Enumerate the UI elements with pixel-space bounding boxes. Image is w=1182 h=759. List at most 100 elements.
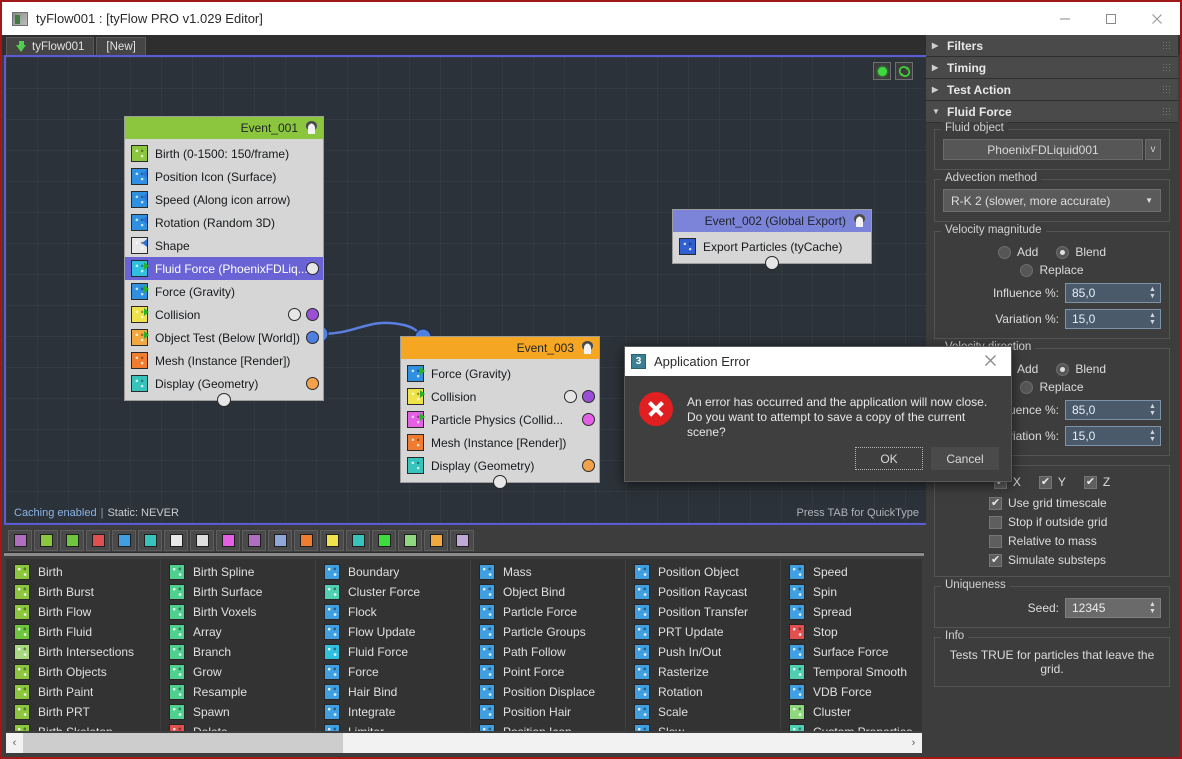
- operator-depot-item[interactable]: Temporal Smooth: [781, 662, 922, 682]
- seed-spinner[interactable]: 12345 ▲▼: [1065, 598, 1161, 618]
- depot-horizontal-scrollbar[interactable]: ‹ ›: [6, 733, 922, 753]
- close-icon[interactable]: [1134, 2, 1180, 35]
- operator-row[interactable]: Display (Geometry): [401, 454, 599, 477]
- operator-row[interactable]: Fluid Force (PhoenixFDLiq...: [125, 257, 323, 280]
- operator-row[interactable]: Force (Gravity): [401, 362, 599, 385]
- skull-icon[interactable]: [580, 341, 595, 356]
- depot-category-toolbar[interactable]: [4, 529, 924, 553]
- operator-depot-item[interactable]: Push In/Out: [626, 642, 780, 662]
- operator-row[interactable]: Force (Gravity): [125, 280, 323, 303]
- operator-depot-item[interactable]: Force: [316, 662, 470, 682]
- spinner-arrows-icon[interactable]: ▲▼: [1147, 402, 1158, 418]
- operator-depot-item[interactable]: Boundary: [316, 562, 470, 582]
- tab-tyflow001[interactable]: tyFlow001: [6, 37, 94, 55]
- rollout-fluid-force[interactable]: ▼ Fluid Force: [926, 101, 1178, 123]
- spinner-arrows-icon[interactable]: ▲▼: [1147, 600, 1158, 616]
- minimize-icon[interactable]: [1042, 2, 1088, 35]
- close-icon[interactable]: [976, 354, 1005, 370]
- operator-depot[interactable]: BirthBirth BurstBirth FlowBirth FluidBir…: [4, 529, 924, 755]
- operator-depot-item[interactable]: Birth Objects: [6, 662, 160, 682]
- influence-spinner[interactable]: 85,0 ▲▼: [1065, 400, 1161, 420]
- refresh-icon[interactable]: [895, 62, 913, 80]
- operator-depot-item[interactable]: Birth Voxels: [161, 602, 315, 622]
- checkbox-use-grid-timescale[interactable]: Use grid timescale: [989, 496, 1161, 510]
- drag-grip-icon[interactable]: [1162, 41, 1171, 50]
- graph-icon[interactable]: [424, 530, 448, 551]
- operator-depot-item[interactable]: Rasterize: [626, 662, 780, 682]
- operator-depot-item[interactable]: Position Transfer: [626, 602, 780, 622]
- all-operators-icon[interactable]: [8, 530, 32, 551]
- spinner-arrows-icon[interactable]: ▲▼: [1147, 285, 1158, 301]
- output-port-orange[interactable]: [306, 377, 319, 390]
- operator-depot-item[interactable]: Birth: [6, 562, 160, 582]
- operator-depot-item[interactable]: Fluid Force: [316, 642, 470, 662]
- operator-depot-item[interactable]: Particle Groups: [471, 622, 625, 642]
- output-port-white[interactable]: [306, 262, 319, 275]
- operator-depot-item[interactable]: Object Bind: [471, 582, 625, 602]
- radio-direction-blend[interactable]: Blend: [1056, 362, 1106, 376]
- modifiers-icon[interactable]: [164, 530, 188, 551]
- drag-grip-icon[interactable]: [1162, 85, 1171, 94]
- radio-magnitude-replace[interactable]: Replace: [1020, 263, 1083, 277]
- operator-depot-item[interactable]: Array: [161, 622, 315, 642]
- scroll-left-icon[interactable]: ‹: [6, 737, 23, 749]
- operator-depot-item[interactable]: Integrate: [316, 702, 470, 722]
- operator-depot-item[interactable]: Position Raycast: [626, 582, 780, 602]
- operator-depot-item[interactable]: Resample: [161, 682, 315, 702]
- event-002-header[interactable]: Event_002 (Global Export): [673, 210, 871, 232]
- render-icon[interactable]: [398, 530, 422, 551]
- operator-depot-item[interactable]: Path Follow: [471, 642, 625, 662]
- operator-depot-item[interactable]: Grow: [161, 662, 315, 682]
- operator-depot-item[interactable]: Birth Surface: [161, 582, 315, 602]
- operator-depot-item[interactable]: Birth Flow: [6, 602, 160, 622]
- operator-row[interactable]: Mesh (Instance [Render]): [125, 349, 323, 372]
- operator-depot-item[interactable]: Delete: [161, 722, 315, 731]
- checkbox-influence-z[interactable]: Z: [1084, 475, 1110, 489]
- operator-row[interactable]: Rotation (Random 3D): [125, 211, 323, 234]
- cancel-button[interactable]: Cancel: [931, 447, 999, 470]
- operator-row[interactable]: Object Test (Below [World]): [125, 326, 323, 349]
- fluid-object-field[interactable]: PhoenixFDLiquid001: [943, 139, 1143, 160]
- output-port-purple[interactable]: [306, 308, 319, 321]
- operator-depot-item[interactable]: Position Object: [626, 562, 780, 582]
- application-error-dialog[interactable]: 3 Application Error An error has occurre…: [624, 346, 1012, 482]
- operator-depot-item[interactable]: Spin: [781, 582, 922, 602]
- utility-icon[interactable]: [450, 530, 474, 551]
- radio-magnitude-add[interactable]: Add: [998, 245, 1038, 259]
- operator-depot-item[interactable]: Custom Properties: [781, 722, 922, 731]
- maximize-icon[interactable]: [1088, 2, 1134, 35]
- operator-depot-item[interactable]: Birth Paint: [6, 682, 160, 702]
- magenta-group-icon[interactable]: [216, 530, 240, 551]
- drag-grip-icon[interactable]: [1162, 63, 1171, 72]
- event-001-header[interactable]: Event_001: [125, 117, 323, 139]
- delete-icon[interactable]: [86, 530, 110, 551]
- cache-icon[interactable]: [346, 530, 370, 551]
- checkbox-simulate-substeps[interactable]: Simulate substeps: [989, 553, 1161, 567]
- tab-new[interactable]: [New]: [96, 37, 145, 55]
- operator-depot-item[interactable]: Particle Force: [471, 602, 625, 622]
- rollout-filters[interactable]: ▶ Filters: [926, 35, 1178, 57]
- birth-fluid-icon[interactable]: [60, 530, 84, 551]
- drag-grip-icon[interactable]: [1162, 107, 1171, 116]
- operator-depot-item[interactable]: Hair Bind: [316, 682, 470, 702]
- operator-depot-item[interactable]: PRT Update: [626, 622, 780, 642]
- operator-depot-item[interactable]: Stop: [781, 622, 922, 642]
- operator-depot-item[interactable]: Cluster: [781, 702, 922, 722]
- operator-depot-item[interactable]: VDB Force: [781, 682, 922, 702]
- green-dot-icon[interactable]: [873, 62, 891, 80]
- operator-row[interactable]: Shape: [125, 234, 323, 257]
- export-icon[interactable]: [372, 530, 396, 551]
- event-002[interactable]: Event_002 (Global Export)Export Particle…: [672, 209, 872, 264]
- operator-depot-item[interactable]: Birth Burst: [6, 582, 160, 602]
- birth-group-icon[interactable]: [34, 530, 58, 551]
- output-port-purple[interactable]: [582, 390, 595, 403]
- operator-depot-item[interactable]: Birth Intersections: [6, 642, 160, 662]
- influence-spinner[interactable]: 85,0 ▲▼: [1065, 283, 1161, 303]
- operator-depot-item[interactable]: Mass: [471, 562, 625, 582]
- output-port-orange[interactable]: [582, 459, 595, 472]
- notes-icon[interactable]: [320, 530, 344, 551]
- puzzle-icon[interactable]: [268, 530, 292, 551]
- operator-depot-item[interactable]: Slow: [626, 722, 780, 731]
- event-003-header[interactable]: Event_003: [401, 337, 599, 359]
- operator-row[interactable]: Display (Geometry): [125, 372, 323, 395]
